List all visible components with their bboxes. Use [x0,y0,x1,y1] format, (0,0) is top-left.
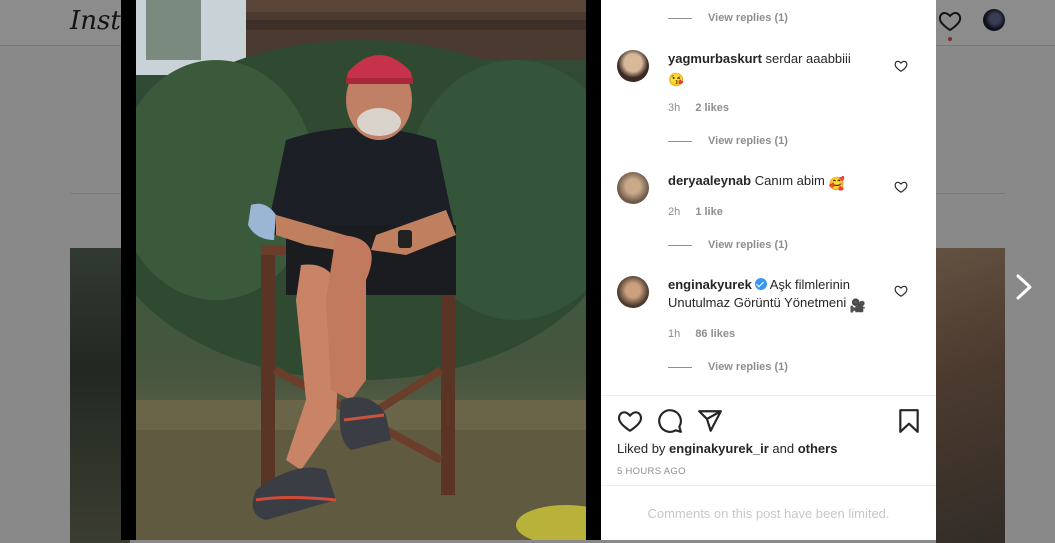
share-icon[interactable] [697,408,723,434]
reply-line [668,367,692,368]
comments-list[interactable]: View replies (1) yagmurbaskurt serdar aa… [601,0,936,395]
post-actions: Liked by enginakyurek_ir and others 5 HO… [601,395,936,485]
comment-meta: 1h 86 likes [668,328,735,340]
kiss-emoji-icon: 😘 [668,72,685,87]
comment-icon[interactable] [657,408,683,434]
comment-username[interactable]: deryaaleynab [668,173,751,188]
bookmark-icon[interactable] [896,408,922,434]
chevron-right-icon[interactable] [1013,272,1035,302]
heart-icon[interactable] [894,180,908,194]
comments-limited-notice: Comments on this post have been limited. [601,485,936,540]
liked-by-user[interactable]: enginakyurek_ir [669,441,769,456]
comment-username[interactable]: yagmurbaskurt [668,51,762,66]
view-replies-link[interactable]: View replies (1) [708,239,788,251]
comment-time[interactable]: 3h [668,102,680,114]
avatar[interactable] [617,172,649,204]
liked-by-text: Liked by enginakyurek_ir and others [617,441,837,456]
avatar[interactable] [617,276,649,308]
comment-body: yagmurbaskurt serdar aaabbiii 😘 [668,50,898,89]
comment-likes[interactable]: 1 like [695,206,723,218]
movie-camera-emoji-icon: 🎥 [849,298,867,313]
comment-text: Canım abim [754,173,825,188]
verified-icon [754,278,767,290]
comment-body: enginakyurek Aşk filmlerinin Unutulmaz G… [668,276,898,315]
like-heart-icon[interactable] [617,408,643,434]
avatar[interactable] [617,50,649,82]
comment-time[interactable]: 1h [668,328,680,340]
comment-time[interactable]: 2h [668,206,680,218]
comment-username[interactable]: enginakyurek [668,277,752,292]
liked-by-others[interactable]: others [798,441,838,456]
smiling-hearts-emoji-icon: 🥰 [828,176,845,191]
post-media[interactable] [121,0,601,540]
liked-by-prefix: Liked by [617,441,666,456]
post-photo[interactable] [136,0,586,540]
view-replies-link[interactable]: View replies (1) [708,12,788,24]
comment-likes[interactable]: 2 likes [695,102,729,114]
comment-text: serdar aaabbiii [765,51,851,66]
comment-meta: 3h 2 likes [668,102,729,114]
view-replies-link[interactable]: View replies (1) [708,135,788,147]
post-modal: View replies (1) yagmurbaskurt serdar aa… [121,0,936,540]
photo-illustration [136,0,586,540]
comment-meta: 2h 1 like [668,206,723,218]
liked-by-and: and [772,441,795,456]
heart-icon[interactable] [894,284,908,298]
reply-line [668,245,692,246]
reply-line [668,141,692,142]
view-replies-link[interactable]: View replies (1) [708,361,788,373]
comment-body: deryaaleynab Canım abim 🥰 [668,172,898,193]
heart-icon[interactable] [894,59,908,73]
post-sidebar: View replies (1) yagmurbaskurt serdar aa… [601,0,936,540]
reply-line [668,18,692,19]
comment-likes[interactable]: 86 likes [695,328,735,340]
post-timestamp[interactable]: 5 HOURS AGO [617,466,686,477]
